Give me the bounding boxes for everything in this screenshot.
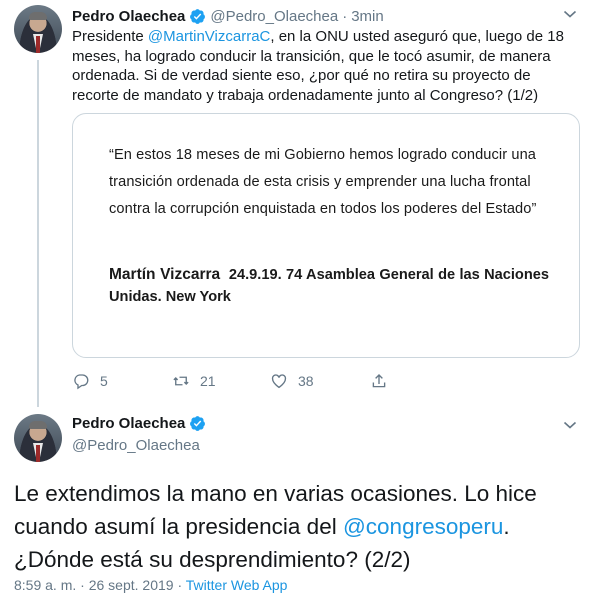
tweet-timestamp[interactable]: 3min: [351, 8, 384, 25]
reply-count: 5: [100, 373, 108, 389]
tweet-actions: 5 21 38: [72, 372, 432, 394]
verified-badge-icon: [190, 8, 206, 24]
meta-separator: ·: [173, 577, 186, 593]
thread-connector: [37, 60, 39, 407]
mention-link[interactable]: @MartinVizcarraC: [148, 28, 270, 45]
tweet-header: Pedro Olaechea: [72, 415, 206, 432]
attached-image-card[interactable]: “En estos 18 meses de mi Gobierno hemos …: [72, 113, 580, 358]
author-name[interactable]: Pedro Olaechea: [72, 415, 185, 432]
meta-separator: ·: [76, 577, 89, 593]
tweet-body: Le extendimos la mano en varias ocasione…: [14, 477, 574, 576]
author-handle[interactable]: @Pedro_Olaechea: [210, 8, 338, 25]
quote-text: “En estos 18 meses de mi Gobierno hemos …: [109, 147, 537, 217]
like-icon: [271, 374, 287, 389]
retweet-button[interactable]: 21: [172, 372, 216, 390]
reply-button[interactable]: 5: [72, 372, 108, 390]
retweet-icon: [173, 376, 189, 386]
chevron-down-icon[interactable]: [563, 9, 577, 19]
tweet-header: Pedro Olaechea @Pedro_Olaechea · 3min: [72, 5, 384, 27]
chevron-down-icon[interactable]: [563, 420, 577, 430]
like-count: 38: [298, 373, 314, 389]
share-icon: [372, 374, 386, 388]
mention-link[interactable]: @congresoperu: [343, 514, 503, 539]
retweet-count: 21: [200, 373, 216, 389]
reply-icon: [74, 374, 89, 390]
share-button[interactable]: [370, 372, 388, 390]
tweet-metadata: 8:59 a. m. · 26 sept. 2019 · Twitter Web…: [14, 577, 287, 593]
tweet-date[interactable]: 26 sept. 2019: [89, 577, 174, 593]
tweet-time[interactable]: 8:59 a. m.: [14, 577, 76, 593]
avatar[interactable]: [14, 414, 62, 462]
tweet-text-part: Presidente: [72, 28, 148, 45]
verified-badge-icon: [190, 416, 206, 431]
avatar[interactable]: [14, 5, 62, 53]
separator-dot: ·: [342, 7, 348, 25]
tweet-source-link[interactable]: Twitter Web App: [186, 577, 288, 593]
quote-signature-name: Martín Vizcarra: [109, 266, 221, 283]
author-handle[interactable]: @Pedro_Olaechea: [72, 437, 200, 454]
author-name[interactable]: Pedro Olaechea: [72, 8, 185, 25]
like-button[interactable]: 38: [270, 372, 314, 390]
tweet-body: Presidente @MartinVizcarraC, en la ONU u…: [72, 27, 572, 105]
quote-signature: Martín Vizcarra 24.9.19. 74 Asamblea Gen…: [109, 264, 549, 308]
